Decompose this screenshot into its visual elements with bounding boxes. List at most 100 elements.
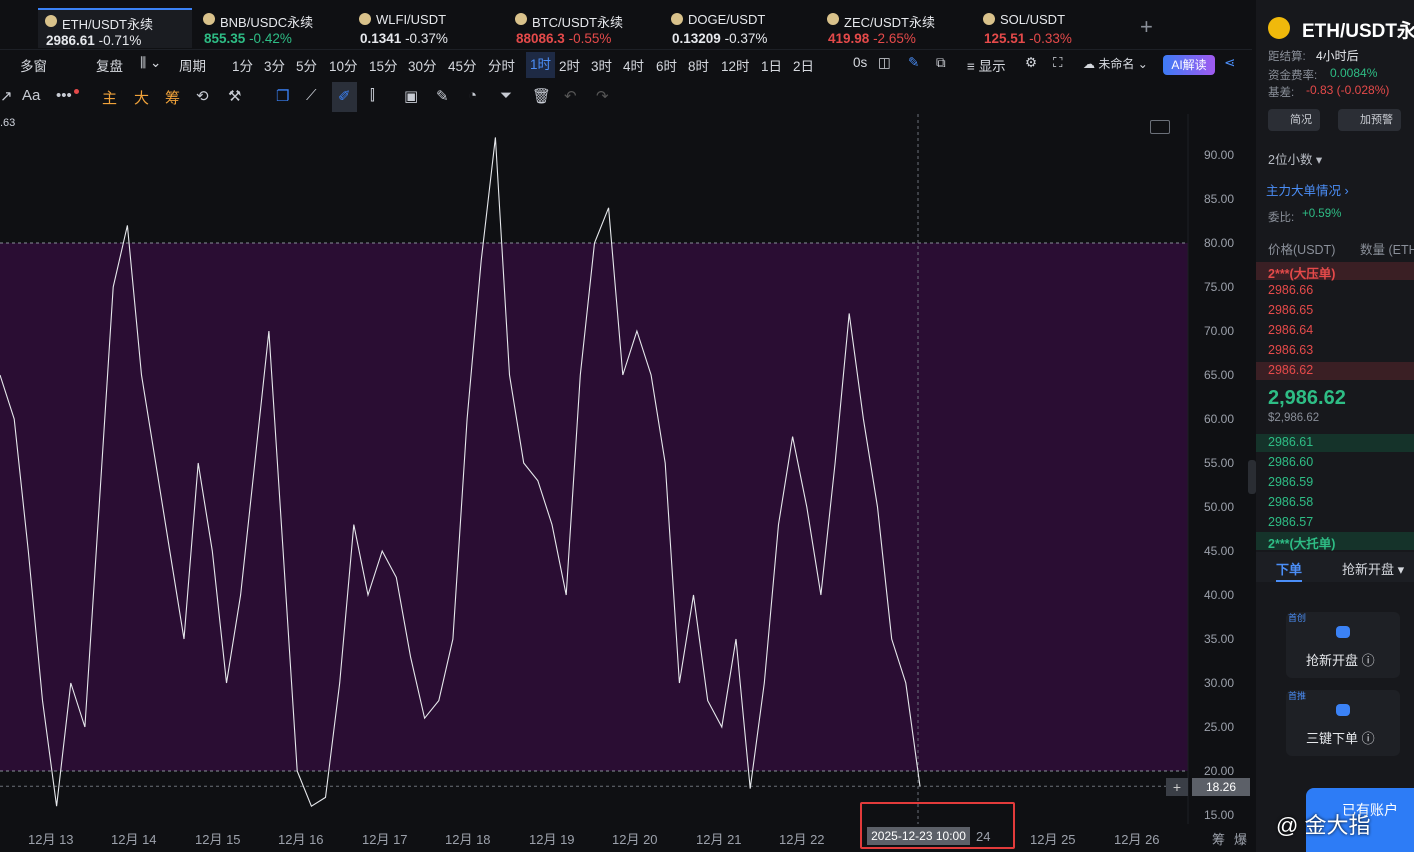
chart-canvas[interactable]: [0, 114, 1252, 824]
more-button[interactable]: •••: [56, 87, 72, 104]
x-tick-label: 12月 22: [779, 832, 825, 847]
ticker-tab[interactable]: WLFI/USDT 0.1341 -0.37%: [352, 8, 502, 48]
interval-2[interactable]: 5分: [296, 55, 317, 75]
overview-button[interactable]: 简况: [1268, 109, 1320, 131]
compare-icon[interactable]: ⟲: [196, 87, 209, 105]
replay-button[interactable]: 复盘: [96, 55, 123, 75]
chart-type-icon[interactable]: ⫼ ⌄: [140, 55, 161, 71]
arrow-icon[interactable]: ↗: [0, 87, 13, 105]
ticker-tab[interactable]: ETH/USDT永续 2986.61 -0.71%: [38, 8, 192, 48]
ai-interpret-button[interactable]: AI解读: [1163, 55, 1215, 75]
ticker-tab[interactable]: BNB/USDC永续 855.35 -0.42%: [196, 8, 346, 48]
interval-10[interactable]: 3时: [591, 55, 612, 75]
interval-9[interactable]: 2时: [559, 55, 580, 75]
popout-icon[interactable]: ⧉: [936, 55, 946, 71]
expand-icon[interactable]: [1150, 120, 1170, 134]
top-value-label: .63: [0, 117, 16, 129]
ticker-tab[interactable]: SOL/USDT 125.51 -0.33%: [976, 8, 1126, 48]
interval-4[interactable]: 15分: [369, 55, 398, 75]
period-dropdown[interactable]: 周期: [179, 55, 206, 75]
overbought-oversold-band: [0, 243, 1188, 771]
pen-icon[interactable]: ✎: [908, 55, 919, 71]
filter-icon[interactable]: ⏷: [500, 87, 512, 104]
camera-icon[interactable]: ◫: [878, 55, 891, 71]
big-order-button[interactable]: 大: [134, 87, 149, 108]
interval-7[interactable]: 分时: [488, 55, 515, 75]
interval-0[interactable]: 1分: [232, 55, 253, 75]
coin-icon: [45, 15, 57, 27]
settings-icon[interactable]: ⚙: [1025, 55, 1037, 71]
zero-s-label[interactable]: 0s: [853, 55, 867, 70]
bid-price[interactable]: 2986.60: [1268, 455, 1313, 469]
add-alert-icon[interactable]: +: [1166, 778, 1188, 796]
interval-16[interactable]: 2日: [793, 55, 814, 75]
rsi-chart[interactable]: .63 90.00 85.00 80.00 75.00 70.00 65.00 60.00 5…: [0, 114, 1252, 824]
card1-text: 抢新开盘: [1306, 653, 1359, 668]
interval-12[interactable]: 6时: [656, 55, 677, 75]
card2-text: 三键下单: [1306, 731, 1359, 746]
ticker-name: WLFI/USDT: [376, 12, 447, 27]
x-tick-label: 12月 26: [1114, 832, 1160, 847]
draw-line-icon[interactable]: ✐: [332, 82, 357, 112]
undo-icon[interactable]: ↶: [564, 87, 577, 105]
main-indicator-button[interactable]: 主: [102, 87, 117, 108]
app-root: ETH/USDT永续 2986.61 -0.71% BNB/USDC永续 855.35…: [0, 0, 1414, 852]
ticker-name: ZEC/USDT永续: [844, 15, 936, 30]
x-tick-label: 爆: [1234, 832, 1248, 847]
tools-icon[interactable]: ⚒: [228, 87, 241, 105]
coin-icon: [203, 13, 215, 25]
interval-15[interactable]: 1日: [761, 55, 782, 75]
interval-14[interactable]: 12时: [721, 55, 750, 75]
layout-name-dropdown[interactable]: ☁ 未命名 ⌄: [1083, 55, 1148, 72]
edit-icon[interactable]: ✎: [436, 87, 449, 105]
trash-icon[interactable]: 🗑: [532, 87, 551, 105]
copy-icon[interactable]: ❐: [276, 87, 289, 105]
text-tool-button[interactable]: Aa: [22, 87, 40, 104]
share-icon[interactable]: ⋖: [1224, 55, 1235, 71]
ask-price[interactable]: 2986.62: [1268, 363, 1313, 377]
alert-button[interactable]: 加预警: [1338, 109, 1401, 131]
ask-price[interactable]: 2986.64: [1268, 323, 1313, 337]
last-price: 2,986.62: [1268, 387, 1346, 409]
panel-collapse-handle[interactable]: [1248, 460, 1256, 494]
interval-5[interactable]: 30分: [408, 55, 437, 75]
multi-window-button[interactable]: 多窗: [20, 55, 47, 75]
interval-11[interactable]: 4时: [623, 55, 644, 75]
redo-icon[interactable]: ↷: [596, 87, 609, 105]
interval-1[interactable]: 3分: [264, 55, 285, 75]
bid-price[interactable]: 2986.57: [1268, 515, 1313, 529]
ticker-tab[interactable]: ZEC/USDT永续 419.98 -2.65%: [820, 8, 970, 48]
big-orders-link[interactable]: 主力大单情况 ›: [1266, 180, 1349, 199]
ticker-price-value: 419.98: [828, 31, 870, 46]
interval-13[interactable]: 8时: [688, 55, 709, 75]
grab-card[interactable]: 首创 抢新开盘 ⓘ: [1286, 612, 1400, 678]
display-button[interactable]: ≡ 显示: [967, 55, 1006, 75]
ticker-price-value: 0.13209: [672, 31, 721, 46]
interval-3[interactable]: 10分: [329, 55, 358, 75]
tab-order[interactable]: 下单: [1276, 559, 1302, 578]
ticker-price-value: 125.51: [984, 31, 1026, 46]
brush-icon[interactable]: ◔: [468, 87, 477, 104]
last-price-usd: $2,986.62: [1268, 412, 1320, 424]
ruler-icon[interactable]: ⟋: [306, 87, 317, 104]
chip-distribution-button[interactable]: 筹: [165, 87, 180, 108]
bid-price[interactable]: 2986.58: [1268, 495, 1313, 509]
bid-price[interactable]: 2986.61: [1268, 435, 1313, 449]
three-key-card[interactable]: 首推 三键下单 ⓘ: [1286, 690, 1400, 756]
decimals-dropdown[interactable]: 2位小数 ▾: [1268, 149, 1322, 168]
current-value-tag: 18.26: [1192, 778, 1250, 796]
ask-price[interactable]: 2986.63: [1268, 343, 1313, 357]
tab-grab[interactable]: 抢新开盘 ▾: [1342, 559, 1404, 578]
add-tab-icon[interactable]: +: [1140, 14, 1153, 40]
ask-price[interactable]: 2986.66: [1268, 283, 1313, 297]
candles-icon[interactable]: ⫿: [370, 87, 375, 104]
clipboard-icon[interactable]: ▣: [404, 87, 418, 105]
ticker-tab[interactable]: BTC/USDT永续 88086.3 -0.55%: [508, 8, 658, 48]
ask-price[interactable]: 2986.65: [1268, 303, 1313, 317]
interval-8[interactable]: 1时: [526, 52, 556, 78]
ticker-tab[interactable]: DOGE/USDT 0.13209 -0.37%: [664, 8, 814, 48]
funding-countdown: 4小时后: [1316, 49, 1359, 63]
fullscreen-icon[interactable]: ⛶: [1053, 55, 1062, 71]
bid-price[interactable]: 2986.59: [1268, 475, 1313, 489]
interval-6[interactable]: 45分: [448, 55, 477, 75]
